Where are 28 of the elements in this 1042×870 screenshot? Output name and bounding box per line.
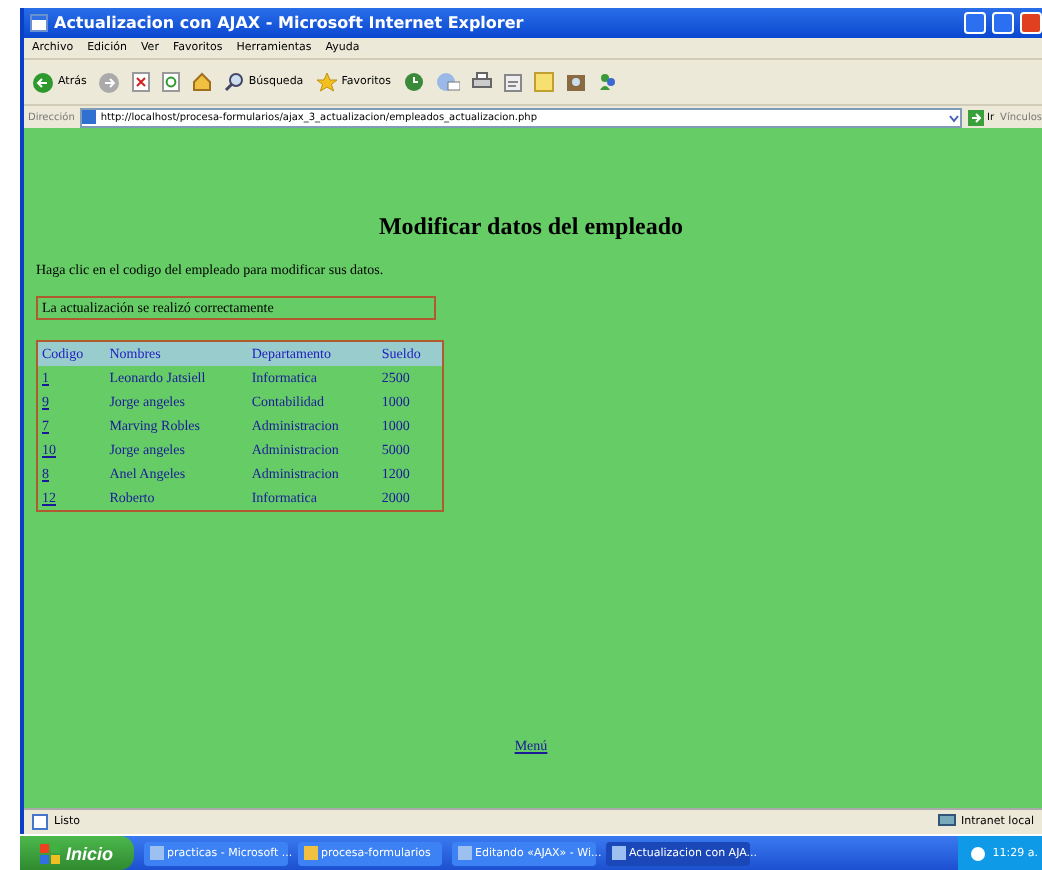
window-icon [611,846,626,860]
history-icon[interactable] [403,72,424,92]
browser-icon [30,14,48,32]
edit-icon[interactable] [503,73,522,91]
page-icon [82,110,97,124]
refresh-icon[interactable] [162,72,181,92]
close-button[interactable] [1020,12,1042,34]
search-icon [224,72,245,92]
window-icon [457,846,472,860]
window-title: Actualizacion con AJAX - Microsoft Internet Explorer [54,14,524,32]
windows-logo [40,843,60,863]
home-icon[interactable] [192,72,213,92]
page-icon [32,814,48,830]
minimize-button[interactable] [964,12,986,34]
messenger-icon[interactable] [597,72,618,92]
star-icon [315,72,338,92]
tray-icon[interactable] [970,845,987,861]
back-arrow-icon [32,71,54,93]
stop-icon[interactable] [132,72,151,92]
page-heading: Modificar datos del empleado [376,212,686,242]
network-icon [937,814,955,830]
maximize-button[interactable] [992,12,1014,34]
window-icon [149,846,164,860]
dropdown-icon[interactable] [947,111,960,123]
folder-icon [303,846,318,860]
go-arrow-icon [967,109,984,125]
printer-icon[interactable] [471,72,492,92]
forward-icon[interactable] [98,71,121,93]
